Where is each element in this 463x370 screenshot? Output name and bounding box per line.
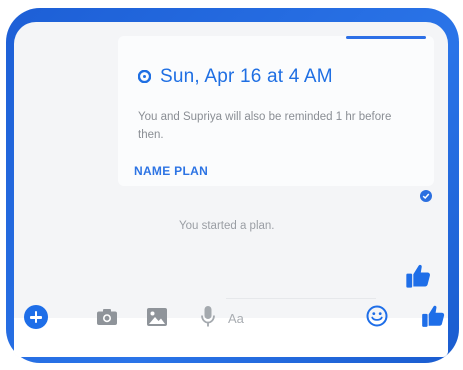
name-plan-button[interactable]: NAME PLAN <box>134 164 208 178</box>
plan-started-notice: You started a plan. <box>179 220 275 232</box>
thumbs-up-icon <box>406 264 431 288</box>
event-title: Sun, Apr 16 at 4 AM <box>160 66 333 87</box>
input-divider <box>226 298 376 299</box>
message-input[interactable] <box>226 303 352 333</box>
event-reminder-text: You and Supriya will also be reminded 1 … <box>138 111 392 141</box>
thumbs-up-icon[interactable] <box>420 303 446 329</box>
clock-icon <box>138 70 151 83</box>
card-accent-bar <box>346 36 426 39</box>
microphone-icon[interactable] <box>200 305 216 329</box>
image-icon[interactable] <box>146 307 168 327</box>
camera-icon[interactable] <box>96 308 118 326</box>
smiley-icon[interactable] <box>366 305 388 327</box>
plus-circle-icon[interactable] <box>24 305 48 329</box>
seen-check-icon <box>420 190 432 202</box>
